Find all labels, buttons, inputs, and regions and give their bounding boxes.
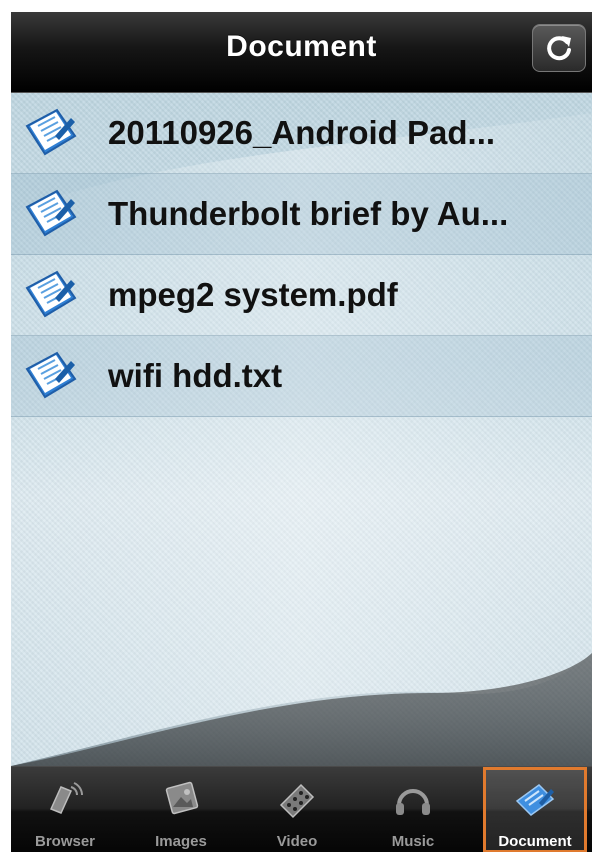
video-icon [279, 783, 315, 819]
document-icon [25, 108, 77, 156]
app-screen: Document 20110926_Android Pad... Thunder… [11, 12, 592, 852]
document-name: mpeg2 system.pdf [108, 276, 398, 313]
images-icon [165, 781, 199, 815]
document-name: Thunderbolt brief by Au... [108, 195, 509, 232]
list-item[interactable]: Thunderbolt brief by Au... [11, 174, 592, 255]
document-name: wifi hdd.txt [108, 357, 283, 394]
tab-label: Browser [34, 833, 96, 850]
document-icon [25, 351, 77, 399]
browser-icon [49, 782, 83, 814]
tab-bar: Browser Images Video Music Document [11, 766, 592, 852]
list-item[interactable]: mpeg2 system.pdf [11, 255, 592, 336]
refresh-icon [547, 36, 571, 61]
page-title: Document [226, 30, 377, 63]
list-item[interactable]: 20110926_Android Pad... [11, 93, 592, 174]
document-list-area[interactable]: 20110926_Android Pad... Thunderbolt brie… [11, 93, 592, 766]
tab-browser[interactable]: Browser [13, 767, 117, 852]
tab-document[interactable]: Document [483, 767, 587, 852]
tab-video[interactable]: Video [245, 767, 349, 852]
tab-label: Images [155, 833, 207, 850]
document-icon [25, 189, 77, 237]
list-item[interactable]: wifi hdd.txt [11, 336, 592, 417]
document-icon [515, 784, 555, 816]
tab-label: Video [276, 833, 318, 850]
tab-images[interactable]: Images [129, 767, 233, 852]
tab-label: Document [498, 833, 572, 850]
refresh-button[interactable] [532, 24, 586, 72]
document-name: 20110926_Android Pad... [108, 114, 496, 151]
document-list: 20110926_Android Pad... Thunderbolt brie… [11, 93, 592, 417]
tab-label: Music [391, 833, 435, 850]
document-icon [25, 270, 77, 318]
tab-music[interactable]: Music [361, 767, 465, 852]
navigation-bar: Document [11, 12, 592, 93]
music-icon [396, 789, 430, 815]
